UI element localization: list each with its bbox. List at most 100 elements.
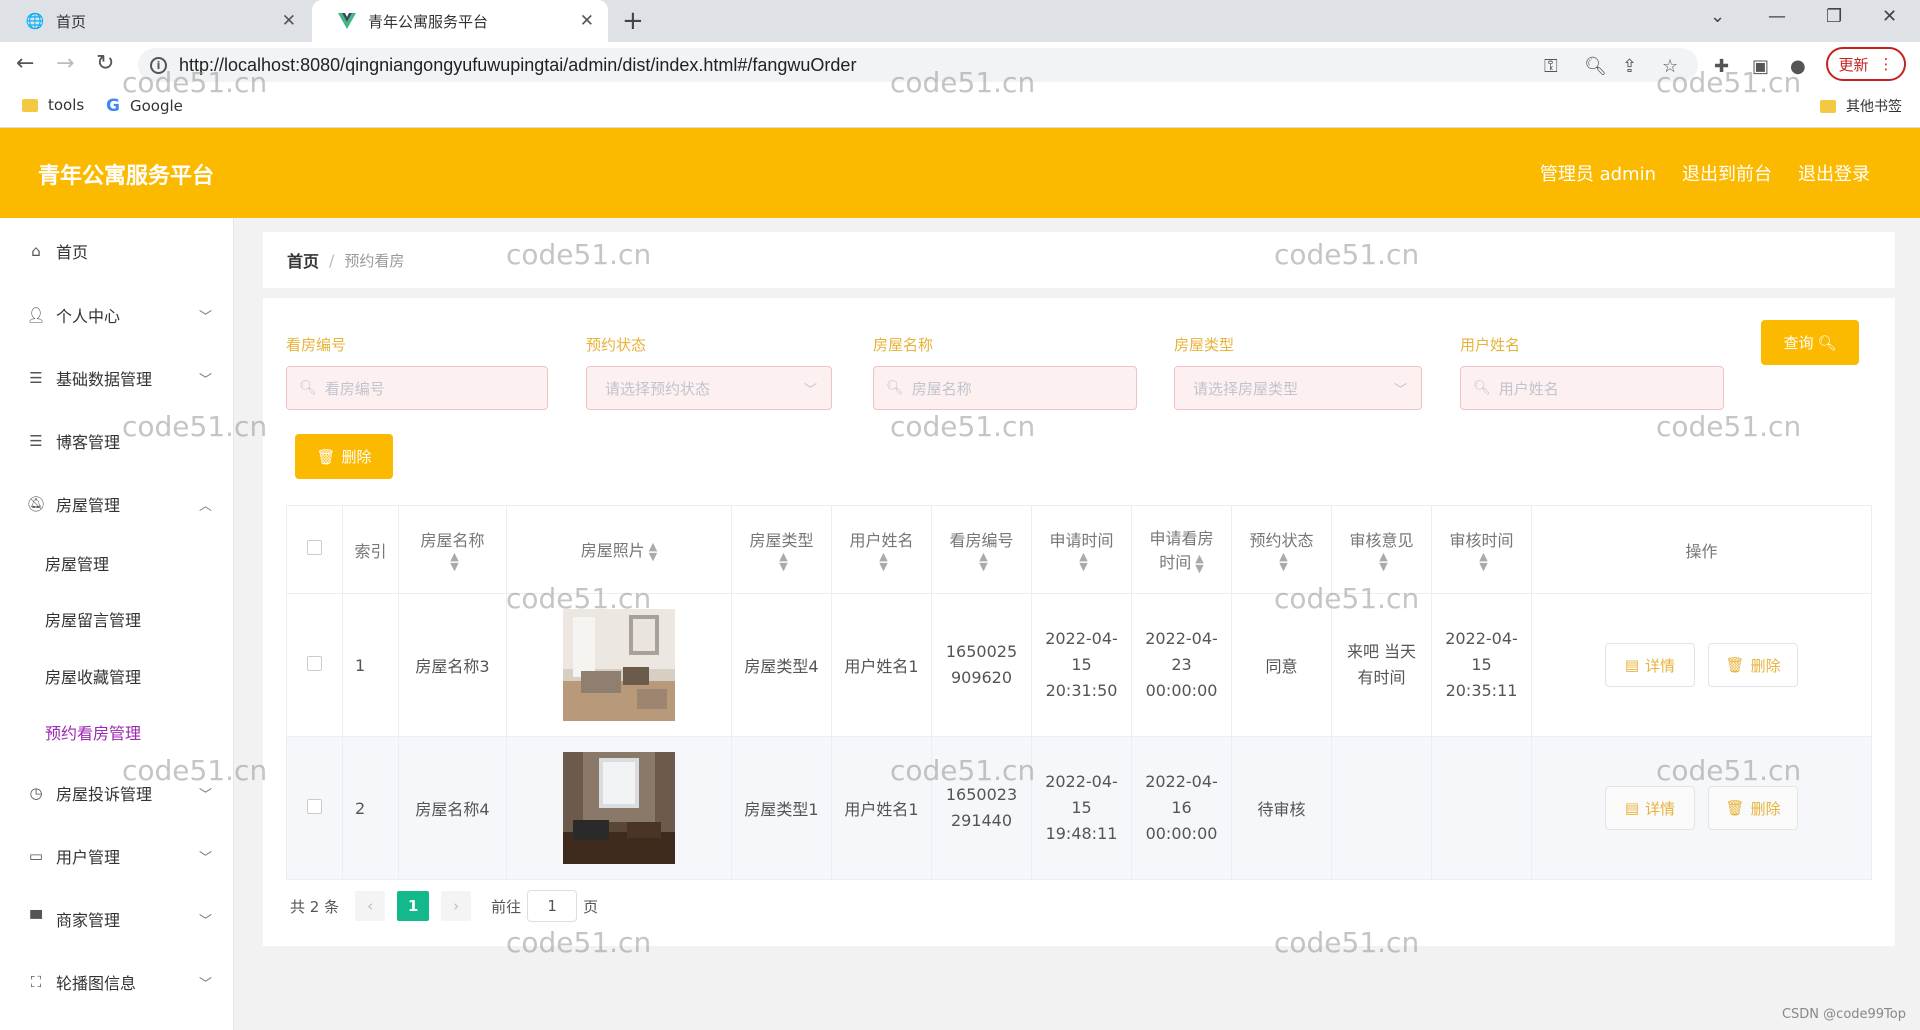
sidebar-item-users[interactable]: ▭ 用户管理 ﹀ xyxy=(0,841,234,871)
row-select-cell[interactable] xyxy=(286,736,343,880)
reload-icon[interactable]: ↻ xyxy=(96,51,114,76)
chevron-down-icon[interactable]: ⌄ xyxy=(1710,6,1725,27)
filter-label-house-type: 房屋类型 xyxy=(1174,336,1235,354)
sidebar-subitem-viewing[interactable]: 预约看房管理 xyxy=(45,720,141,744)
sidepanel-icon[interactable]: ▣ xyxy=(1752,56,1769,77)
sidebar-item-carousel[interactable]: ⛶ 轮播图信息 ﹀ xyxy=(0,967,234,997)
house-photo[interactable] xyxy=(563,752,675,864)
col-index: 索引 xyxy=(342,505,399,594)
query-button[interactable]: 查询 🔍︎ xyxy=(1761,320,1859,365)
profile-icon[interactable]: ● xyxy=(1790,56,1806,77)
sidebar-item-house[interactable]: 🔕︎ 房屋管理 ︿ xyxy=(0,489,234,519)
sort-icon[interactable]: ▲ ▼ xyxy=(1479,551,1487,572)
house-type-select[interactable]: 请选择房屋类型 ﹀ xyxy=(1174,366,1422,410)
minimize-icon[interactable]: — xyxy=(1768,6,1786,27)
detail-button[interactable]: ▤ 详情 xyxy=(1604,643,1695,687)
bookmarks-bar: tools G Google 其他书签 xyxy=(0,88,1920,128)
delete-button[interactable]: 🗑︎ 删除 xyxy=(1708,643,1799,687)
sidebar-item-merchants[interactable]: ▀ 商家管理 ﹀ xyxy=(0,904,234,934)
bookmark-google[interactable]: G Google xyxy=(106,96,183,116)
shop-icon: ▀ xyxy=(30,910,42,928)
chevron-down-icon: ﹀ xyxy=(1393,382,1407,398)
col-status[interactable]: 预约状态 ▲ ▼ xyxy=(1231,505,1332,594)
next-page-button[interactable]: › xyxy=(441,891,472,921)
goto-label: 前往 xyxy=(491,897,522,916)
sort-icon[interactable]: ▲ ▼ xyxy=(1379,551,1387,572)
col-apply-time[interactable]: 申请时间 ▲ ▼ xyxy=(1031,505,1132,594)
info-icon[interactable]: i xyxy=(150,56,167,74)
bulk-delete-button[interactable]: 🗑︎ 删除 xyxy=(295,434,393,479)
chevron-down-icon: ﹀ xyxy=(198,913,212,929)
new-tab-icon[interactable]: + xyxy=(622,6,644,36)
col-opinion[interactable]: 审核意见 ▲ ▼ xyxy=(1331,505,1432,594)
url-field[interactable]: i http://localhost:8080/qingniangongyufu… xyxy=(138,48,1698,82)
window-close-icon[interactable]: ✕ xyxy=(1882,6,1897,27)
close-icon[interactable]: ✕ xyxy=(282,11,296,31)
row-select-cell[interactable] xyxy=(286,593,343,737)
sort-icon[interactable]: ▲ ▼ xyxy=(1279,551,1287,572)
forward-icon[interactable]: → xyxy=(56,51,74,76)
star-icon[interactable]: ☆ xyxy=(1662,56,1678,77)
zoom-icon[interactable]: 🔍︎ xyxy=(1584,56,1607,77)
breadcrumb-home[interactable]: 首页 xyxy=(287,248,319,272)
row-checkbox[interactable] xyxy=(307,655,322,671)
update-button[interactable]: 更新 ⋮ xyxy=(1826,47,1906,81)
sort-icon[interactable]: ▲ ▼ xyxy=(649,541,657,562)
sidebar-item-home[interactable]: ⌂ 首页 xyxy=(0,236,234,266)
sidebar-item-basic-data[interactable]: ☰ 基础数据管理 ﹀ xyxy=(0,363,234,393)
sidebar-item-profile[interactable]: 👤︎ 个人中心 ﹀ xyxy=(0,300,234,330)
bookmark-tools[interactable]: tools xyxy=(22,96,84,114)
sidebar-item-blog[interactable]: ☰ 博客管理 xyxy=(0,426,234,456)
goto-page-input[interactable]: 1 xyxy=(527,890,578,922)
goto-suffix: 页 xyxy=(583,897,599,916)
row-checkbox[interactable] xyxy=(307,798,322,814)
page-number-1[interactable]: 1 xyxy=(397,891,430,921)
house-name-input[interactable]: 🔍︎ 房屋名称 xyxy=(873,366,1137,410)
back-icon[interactable]: ← xyxy=(16,51,34,76)
col-view-time[interactable]: 申请看房时间 ▲ ▼ xyxy=(1131,505,1232,594)
extensions-icon[interactable]: ✚ xyxy=(1714,56,1729,77)
cell-apply-time: 2022-04-15 20:31:50 xyxy=(1031,593,1132,737)
share-icon[interactable]: ⇪ xyxy=(1622,56,1637,77)
col-user-name[interactable]: 用户姓名 ▲ ▼ xyxy=(831,505,932,594)
sort-icon[interactable]: ▲ ▼ xyxy=(1195,553,1203,574)
back-to-front-link[interactable]: 退出到前台 xyxy=(1682,160,1772,186)
sidebar-subitem-messages[interactable]: 房屋留言管理 xyxy=(45,607,141,631)
table-row: 1 房屋名称3 房屋类型4 用户姓名1 1650025909620 2022-0… xyxy=(286,593,1872,737)
sort-icon[interactable]: ▲ ▼ xyxy=(450,551,458,572)
prev-page-button[interactable]: ‹ xyxy=(355,891,386,921)
user-name-input[interactable]: 🔍︎ 用户姓名 xyxy=(1460,366,1724,410)
view-code-input[interactable]: 🔍︎ 看房编号 xyxy=(286,366,548,410)
select-all-checkbox[interactable] xyxy=(307,540,322,555)
bookmark-other[interactable]: 其他书签 xyxy=(1820,96,1902,116)
sidebar-item-complaints[interactable]: ◷ 房屋投诉管理 ﹀ xyxy=(0,778,234,808)
house-photo[interactable] xyxy=(563,609,675,721)
col-house-name[interactable]: 房屋名称 ▲ ▼ xyxy=(398,505,507,594)
sidebar-subitem-favorites[interactable]: 房屋收藏管理 xyxy=(45,664,141,688)
browser-tab-home[interactable]: 🌐 首页 ✕ xyxy=(0,0,310,42)
orders-table: 索引 房屋名称 ▲ ▼ 房屋照片 ▲ ▼ 房屋类型 ▲ ▼ 用户姓名 ▲ ▼ 看房编号 ▲ ▼ 申请… xyxy=(286,505,1872,880)
col-house-type[interactable]: 房屋类型 ▲ ▼ xyxy=(731,505,832,594)
cell-user-name: 用户姓名1 xyxy=(831,593,932,737)
status-select[interactable]: 请选择预约状态 ﹀ xyxy=(586,366,832,410)
col-view-code[interactable]: 看房编号 ▲ ▼ xyxy=(931,505,1032,594)
key-icon[interactable]: ⚿ xyxy=(1544,56,1558,77)
col-review-time[interactable]: 审核时间 ▲ ▼ xyxy=(1431,505,1532,594)
sort-icon[interactable]: ▲ ▼ xyxy=(1079,551,1087,572)
col-house-photo[interactable]: 房屋照片 ▲ ▼ xyxy=(506,505,732,594)
logout-link[interactable]: 退出登录 xyxy=(1798,160,1870,186)
chevron-down-icon: ﹀ xyxy=(198,309,212,325)
sort-icon[interactable]: ▲ ▼ xyxy=(779,551,787,572)
delete-button[interactable]: 🗑︎ 删除 xyxy=(1708,786,1799,830)
select-all-cell[interactable] xyxy=(286,505,343,594)
sidebar-subitem-house[interactable]: 房屋管理 xyxy=(45,551,109,575)
sort-icon[interactable]: ▲ ▼ xyxy=(979,551,987,572)
cell-view-time: 2022-04-23 00:00:00 xyxy=(1131,593,1232,737)
sort-icon[interactable]: ▲ ▼ xyxy=(879,551,887,572)
close-icon[interactable]: ✕ xyxy=(580,11,594,31)
restore-icon[interactable]: ❐ xyxy=(1826,6,1842,27)
detail-button[interactable]: ▤ 详情 xyxy=(1604,786,1695,830)
user-icon: 👤︎ xyxy=(26,306,46,324)
browser-tab-platform[interactable]: 青年公寓服务平台 ✕ xyxy=(312,0,608,42)
cell-apply-time: 2022-04-15 19:48:11 xyxy=(1031,736,1132,880)
